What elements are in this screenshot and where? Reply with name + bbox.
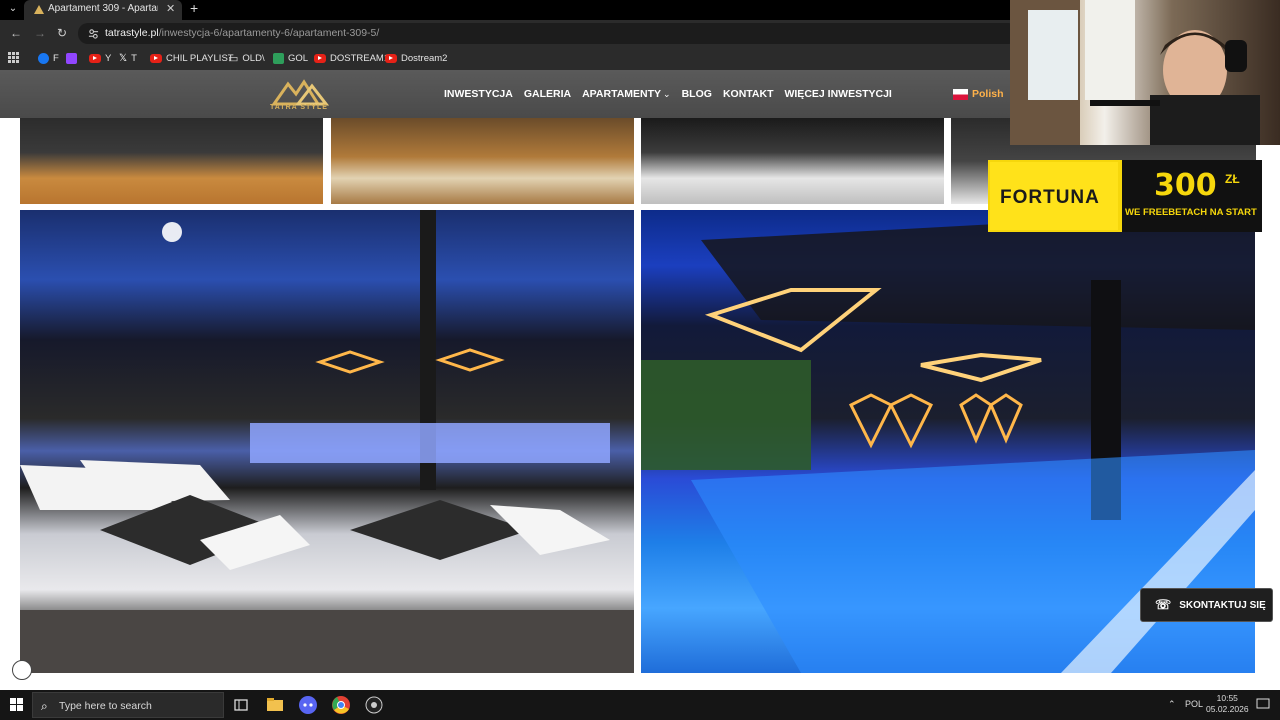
cookie-settings-icon[interactable] — [12, 660, 32, 680]
taskbar-search[interactable]: ⌕ Type here to search — [32, 692, 224, 718]
windows-start-icon[interactable] — [10, 698, 23, 711]
webcam-overlay — [1010, 0, 1280, 145]
clock-time: 10:55 — [1216, 693, 1238, 703]
discord-icon[interactable] — [298, 695, 318, 715]
bookmark-dostream2[interactable]: Dostream2 — [385, 51, 447, 65]
menu-item-inwestycja[interactable]: INWESTYCJA — [444, 88, 513, 100]
phone-icon: ☏ — [1155, 597, 1172, 612]
search-placeholder: Type here to search — [59, 700, 152, 712]
bookmark-folder-old[interactable]: ▭ OLD\ — [228, 51, 265, 65]
ad-brand: FORTUNA — [1000, 187, 1100, 208]
bookmark-youtube[interactable]: Y — [89, 51, 111, 65]
youtube-icon — [150, 53, 162, 63]
forward-button[interactable]: → — [34, 24, 46, 42]
ad-offer-panel: 300 ZŁ WE FREEBETACH NA START — [1122, 160, 1262, 232]
tray-overflow-icon[interactable]: ⌃ — [1168, 699, 1176, 710]
bookmark-label: F — [53, 52, 59, 64]
youtube-icon — [385, 53, 397, 63]
input-language[interactable]: POL — [1185, 699, 1203, 709]
language-label: Polish — [972, 88, 1004, 100]
browser-tab[interactable]: Apartament 309 - Apartamenty ✕ — [24, 0, 182, 20]
gallery-photo-spa-lounge[interactable] — [20, 210, 634, 673]
close-tab-icon[interactable]: ✕ — [166, 2, 175, 15]
menu-item-apartamenty-label: APARTAMENTY — [582, 88, 662, 100]
address-bar[interactable]: tatrastyle.pl/inwestycja-6/apartamenty-6… — [78, 23, 1018, 44]
gol-icon — [273, 52, 284, 64]
menu-item-apartamenty[interactable]: APARTAMENTY ⌄ — [582, 88, 671, 100]
obs-icon[interactable] — [364, 695, 384, 715]
ad-currency: ZŁ — [1225, 172, 1240, 186]
poland-flag-icon — [953, 88, 968, 100]
apps-grid-icon[interactable] — [8, 52, 19, 63]
new-tab-button[interactable]: + — [190, 0, 198, 16]
chrome-icon[interactable] — [331, 695, 351, 715]
bookmark-label: T — [131, 52, 137, 64]
gallery-photo-bathroom[interactable] — [641, 118, 944, 204]
facebook-icon — [38, 52, 49, 64]
site-favicon-icon — [34, 5, 44, 14]
bookmark-label: Y — [105, 52, 112, 64]
main-menu: INWESTYCJA GALERIA APARTAMENTY ⌄ BLOG KON… — [444, 88, 892, 100]
ad-subtitle: WE FREEBETACH NA START — [1125, 207, 1257, 218]
logo-text: TATRA STYLE — [270, 104, 328, 111]
ad-brand-panel: FORTUNA — [990, 162, 1118, 230]
bookmark-chil-playlist[interactable]: CHIL PLAYLIST — [150, 51, 234, 65]
notifications-icon[interactable] — [1256, 697, 1270, 711]
gallery-photo-dining-room[interactable] — [331, 118, 634, 204]
bookmark-label: OLD\ — [242, 52, 265, 64]
back-button[interactable]: ← — [10, 24, 22, 42]
contact-button-label: SKONTAKTUJ SIĘ — [1179, 599, 1266, 611]
menu-item-kontakt[interactable]: KONTAKT — [723, 88, 774, 100]
twitch-icon — [66, 52, 77, 64]
bookmark-label: Dostream2 — [401, 52, 448, 64]
menu-item-galeria[interactable]: GALERIA — [524, 88, 571, 100]
bookmark-label: GOL — [288, 52, 309, 64]
clock-date: 05.02.2026 — [1206, 704, 1249, 714]
url-domain: tatrastyle.pl — [105, 27, 159, 39]
ad-amount: 300 — [1154, 168, 1217, 203]
taskbar: ⌕ Type here to search ⌃ POL 10:55 05.02.… — [0, 690, 1280, 720]
task-view-icon[interactable] — [231, 695, 251, 715]
search-icon: ⌕ — [41, 699, 48, 713]
contact-button[interactable]: ☏ SKONTAKTUJ SIĘ — [1140, 588, 1273, 622]
taskbar-clock[interactable]: 10:55 05.02.2026 — [1206, 693, 1249, 715]
url-text: tatrastyle.pl/inwestycja-6/apartamenty-6… — [105, 27, 379, 39]
tab-title: Apartament 309 - Apartamenty — [48, 3, 158, 14]
bookmark-dostream1[interactable]: DOSTREAM1 — [314, 51, 389, 65]
gallery-photo-living-room[interactable] — [20, 118, 323, 204]
menu-item-blog[interactable]: BLOG — [682, 88, 712, 100]
bookmark-twitch[interactable] — [66, 51, 77, 65]
url-path: /inwestycja-6/apartamenty-6/apartament-3… — [158, 27, 380, 39]
bookmark-gol[interactable]: GOL — [273, 51, 308, 65]
fortuna-ad-banner[interactable]: FORTUNA 300 ZŁ WE FREEBETACH NA START — [988, 160, 1262, 232]
bookmark-label: CHIL PLAYLIST — [166, 52, 234, 64]
tab-search-menu[interactable]: ⌄ — [4, 1, 22, 17]
youtube-icon — [89, 53, 101, 63]
reload-button[interactable]: ↻ — [57, 24, 67, 42]
youtube-icon — [314, 53, 326, 63]
menu-item-wiecej-inwestycji[interactable]: WIĘCEJ INWESTYCJI — [784, 88, 891, 100]
chevron-down-icon: ⌄ — [663, 88, 671, 99]
bookmark-facebook[interactable]: F — [38, 51, 59, 65]
language-switcher[interactable]: Polish — [953, 88, 1004, 100]
folder-icon: ▭ — [228, 52, 239, 65]
streamer-webcam-illustration — [1010, 0, 1260, 145]
x-icon: 𝕏 — [119, 52, 128, 64]
site-info-icon[interactable] — [88, 28, 99, 39]
bookmark-x[interactable]: 𝕏T — [119, 51, 137, 65]
file-explorer-icon[interactable] — [265, 695, 285, 715]
bookmark-label: DOSTREAM1 — [330, 52, 390, 64]
spa-lounge-illustration — [20, 210, 634, 673]
